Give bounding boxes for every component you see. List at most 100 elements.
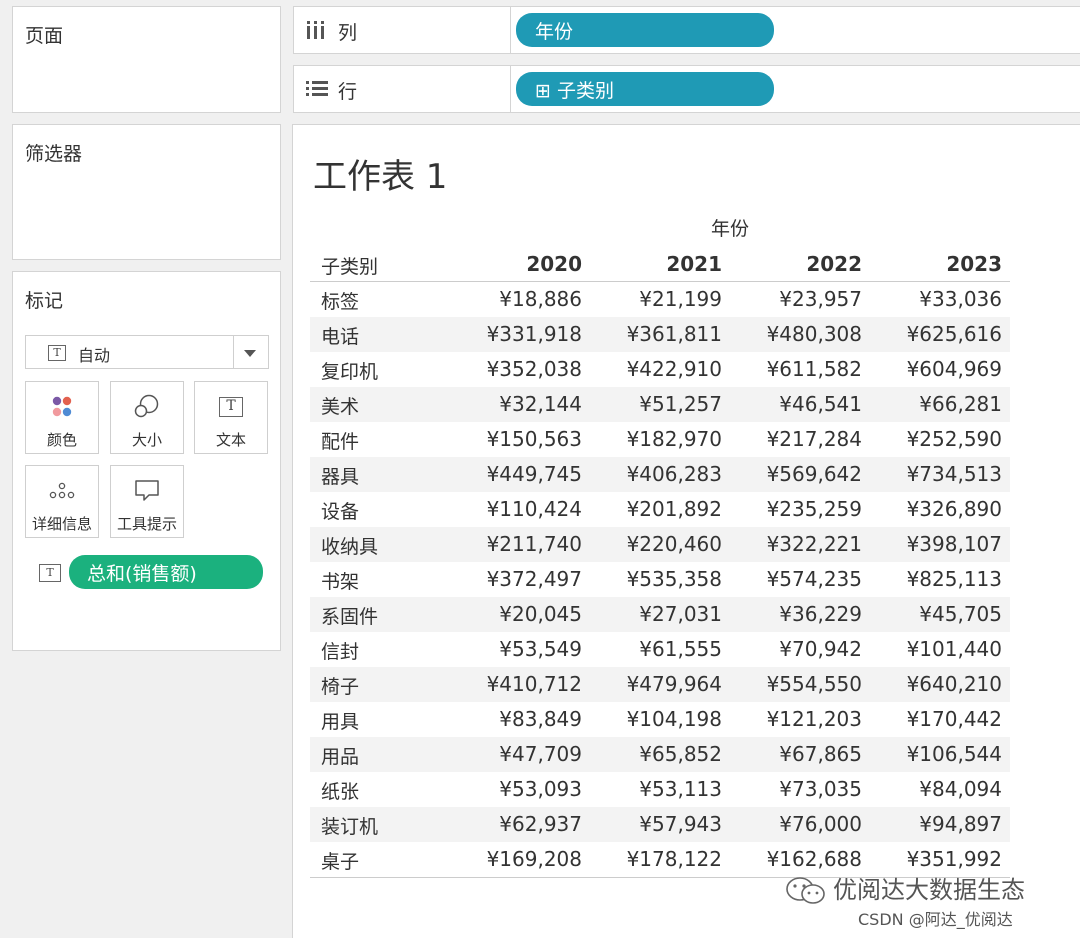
- table-row[interactable]: 设备 ¥110,424 ¥201,892 ¥235,259 ¥326,890: [310, 492, 1010, 527]
- sales-value-cell[interactable]: ¥62,937: [452, 812, 582, 836]
- sales-value-cell[interactable]: ¥18,886: [452, 287, 582, 311]
- sales-value-cell[interactable]: ¥53,113: [592, 777, 722, 801]
- sales-value-cell[interactable]: ¥554,550: [732, 672, 862, 696]
- subcategory-cell[interactable]: 配件: [321, 427, 359, 454]
- sales-value-cell[interactable]: ¥422,910: [592, 357, 722, 381]
- table-row[interactable]: 信封 ¥53,549 ¥61,555 ¥70,942 ¥101,440: [310, 632, 1010, 667]
- sales-value-cell[interactable]: ¥372,497: [452, 567, 582, 591]
- table-row[interactable]: 配件 ¥150,563 ¥182,970 ¥217,284 ¥252,590: [310, 422, 1010, 457]
- year-pill[interactable]: 年份: [516, 13, 774, 47]
- year-2022-header[interactable]: 2022: [732, 252, 862, 276]
- sales-value-cell[interactable]: ¥569,642: [732, 462, 862, 486]
- subcategory-header[interactable]: 子类别: [321, 252, 378, 279]
- sales-value-cell[interactable]: ¥51,257: [592, 392, 722, 416]
- sales-value-cell[interactable]: ¥70,942: [732, 637, 862, 661]
- sales-value-cell[interactable]: ¥106,544: [872, 742, 1002, 766]
- sales-value-cell[interactable]: ¥73,035: [732, 777, 862, 801]
- sales-value-cell[interactable]: ¥235,259: [732, 497, 862, 521]
- sales-value-cell[interactable]: ¥94,897: [872, 812, 1002, 836]
- sales-value-cell[interactable]: ¥121,203: [732, 707, 862, 731]
- chevron-down-icon[interactable]: [244, 350, 256, 357]
- sales-value-cell[interactable]: ¥53,549: [452, 637, 582, 661]
- sales-value-cell[interactable]: ¥20,045: [452, 602, 582, 626]
- table-row[interactable]: 纸张 ¥53,093 ¥53,113 ¥73,035 ¥84,094: [310, 772, 1010, 807]
- table-row[interactable]: 椅子 ¥410,712 ¥479,964 ¥554,550 ¥640,210: [310, 667, 1010, 702]
- subcategory-cell[interactable]: 标签: [321, 287, 359, 314]
- subcategory-cell[interactable]: 椅子: [321, 672, 359, 699]
- sales-value-cell[interactable]: ¥47,709: [452, 742, 582, 766]
- sales-value-cell[interactable]: ¥604,969: [872, 357, 1002, 381]
- sales-value-cell[interactable]: ¥410,712: [452, 672, 582, 696]
- sales-value-cell[interactable]: ¥361,811: [592, 322, 722, 346]
- sales-value-cell[interactable]: ¥169,208: [452, 847, 582, 871]
- sales-value-cell[interactable]: ¥23,957: [732, 287, 862, 311]
- sales-value-cell[interactable]: ¥640,210: [872, 672, 1002, 696]
- sales-value-cell[interactable]: ¥36,229: [732, 602, 862, 626]
- sales-value-cell[interactable]: ¥65,852: [592, 742, 722, 766]
- sales-value-cell[interactable]: ¥220,460: [592, 532, 722, 556]
- sales-value-cell[interactable]: ¥352,038: [452, 357, 582, 381]
- sales-value-cell[interactable]: ¥351,992: [872, 847, 1002, 871]
- sales-value-cell[interactable]: ¥170,442: [872, 707, 1002, 731]
- pages-panel[interactable]: 页面: [12, 6, 281, 113]
- subcategory-cell[interactable]: 纸张: [321, 777, 359, 804]
- sales-value-cell[interactable]: ¥53,093: [452, 777, 582, 801]
- subcategory-cell[interactable]: 书架: [321, 567, 359, 594]
- sales-value-cell[interactable]: ¥33,036: [872, 287, 1002, 311]
- sales-value-cell[interactable]: ¥252,590: [872, 427, 1002, 451]
- subcategory-pill[interactable]: ⊞ 子类别: [516, 72, 774, 106]
- sales-value-cell[interactable]: ¥211,740: [452, 532, 582, 556]
- sales-value-cell[interactable]: ¥398,107: [872, 532, 1002, 556]
- sales-value-cell[interactable]: ¥104,198: [592, 707, 722, 731]
- sales-value-cell[interactable]: ¥449,745: [452, 462, 582, 486]
- subcategory-cell[interactable]: 美术: [321, 392, 359, 419]
- sales-value-cell[interactable]: ¥46,541: [732, 392, 862, 416]
- table-row[interactable]: 复印机 ¥352,038 ¥422,910 ¥611,582 ¥604,969: [310, 352, 1010, 387]
- subcategory-cell[interactable]: 器具: [321, 462, 359, 489]
- sales-value-cell[interactable]: ¥27,031: [592, 602, 722, 626]
- filters-panel[interactable]: 筛选器: [12, 124, 281, 260]
- year-2023-header[interactable]: 2023: [872, 252, 1002, 276]
- sales-value-cell[interactable]: ¥182,970: [592, 427, 722, 451]
- text-button[interactable]: T 文本: [194, 381, 268, 454]
- table-row[interactable]: 书架 ¥372,497 ¥535,358 ¥574,235 ¥825,113: [310, 562, 1010, 597]
- table-row[interactable]: 用品 ¥47,709 ¥65,852 ¥67,865 ¥106,544: [310, 737, 1010, 772]
- sales-value-cell[interactable]: ¥326,890: [872, 497, 1002, 521]
- text-encoding-icon[interactable]: T: [39, 564, 61, 582]
- mark-type-dropdown[interactable]: T 自动: [25, 335, 269, 369]
- sales-value-cell[interactable]: ¥45,705: [872, 602, 1002, 626]
- sales-value-cell[interactable]: ¥83,849: [452, 707, 582, 731]
- table-row[interactable]: 电话 ¥331,918 ¥361,811 ¥480,308 ¥625,616: [310, 317, 1010, 352]
- subcategory-cell[interactable]: 装订机: [321, 812, 378, 839]
- subcategory-cell[interactable]: 复印机: [321, 357, 378, 384]
- sales-value-cell[interactable]: ¥535,358: [592, 567, 722, 591]
- rows-shelf[interactable]: 行 ⊞ 子类别: [293, 65, 1080, 113]
- sales-value-cell[interactable]: ¥406,283: [592, 462, 722, 486]
- table-row[interactable]: 标签 ¥18,886 ¥21,199 ¥23,957 ¥33,036: [310, 282, 1010, 317]
- table-row[interactable]: 收纳具 ¥211,740 ¥220,460 ¥322,221 ¥398,107: [310, 527, 1010, 562]
- sales-value-cell[interactable]: ¥331,918: [452, 322, 582, 346]
- worksheet-view[interactable]: 工作表 1 年份 子类别 2020 2021 2022 2023 标签 ¥18,8…: [292, 124, 1080, 938]
- subcategory-cell[interactable]: 设备: [321, 497, 359, 524]
- year-2020-header[interactable]: 2020: [452, 252, 582, 276]
- sales-value-cell[interactable]: ¥201,892: [592, 497, 722, 521]
- table-row[interactable]: 用具 ¥83,849 ¥104,198 ¥121,203 ¥170,442: [310, 702, 1010, 737]
- sales-value-cell[interactable]: ¥479,964: [592, 672, 722, 696]
- year-2021-header[interactable]: 2021: [592, 252, 722, 276]
- sales-value-cell[interactable]: ¥21,199: [592, 287, 722, 311]
- detail-button[interactable]: 详细信息: [25, 465, 99, 538]
- sales-value-cell[interactable]: ¥84,094: [872, 777, 1002, 801]
- sales-value-cell[interactable]: ¥150,563: [452, 427, 582, 451]
- sales-value-cell[interactable]: ¥67,865: [732, 742, 862, 766]
- table-row[interactable]: 系固件 ¥20,045 ¥27,031 ¥36,229 ¥45,705: [310, 597, 1010, 632]
- sales-value-cell[interactable]: ¥76,000: [732, 812, 862, 836]
- subcategory-cell[interactable]: 系固件: [321, 602, 378, 629]
- subcategory-cell[interactable]: 信封: [321, 637, 359, 664]
- sales-value-cell[interactable]: ¥574,235: [732, 567, 862, 591]
- sales-value-cell[interactable]: ¥178,122: [592, 847, 722, 871]
- sales-value-cell[interactable]: ¥825,113: [872, 567, 1002, 591]
- sales-value-cell[interactable]: ¥32,144: [452, 392, 582, 416]
- sales-value-cell[interactable]: ¥480,308: [732, 322, 862, 346]
- color-button[interactable]: 颜色: [25, 381, 99, 454]
- size-button[interactable]: 大小: [110, 381, 184, 454]
